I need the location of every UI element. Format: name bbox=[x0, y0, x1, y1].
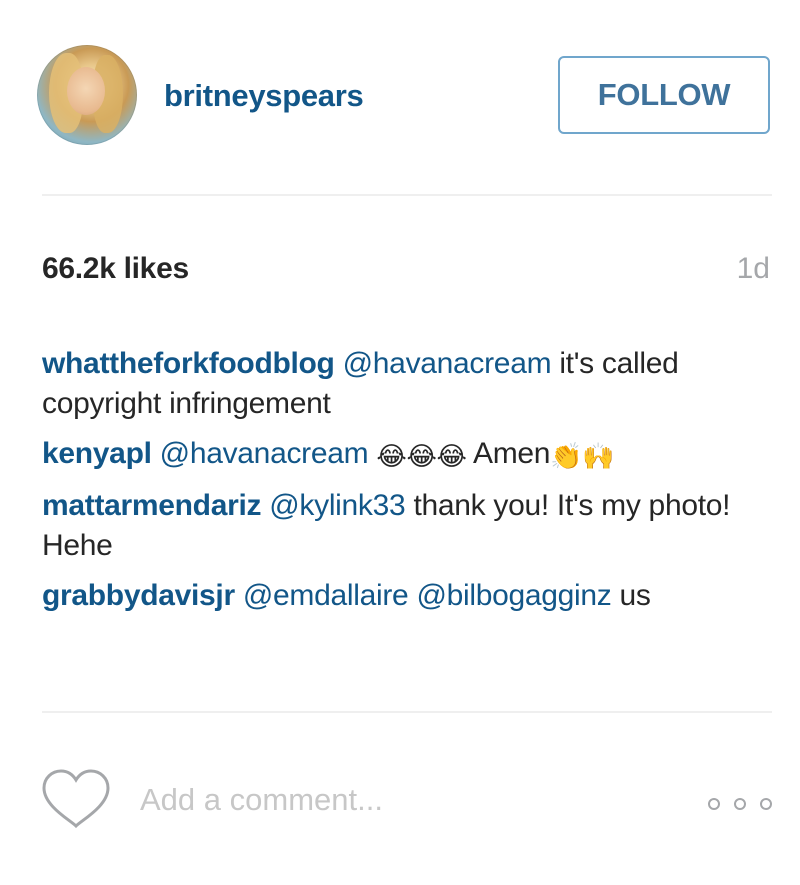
avatar[interactable] bbox=[37, 45, 137, 145]
comment-author[interactable]: grabbydavisjr bbox=[42, 579, 235, 612]
post-timestamp[interactable]: 1d bbox=[737, 252, 770, 286]
follow-button[interactable]: FOLLOW bbox=[558, 56, 770, 134]
more-options-icon[interactable] bbox=[708, 794, 772, 814]
comment-text: Amen bbox=[466, 437, 551, 470]
laughing-emoji-icon: 😂😂😂 bbox=[376, 441, 467, 471]
comment-item: grabbydavisjr @emdallaire @bilbogagginz … bbox=[42, 576, 762, 616]
header-divider bbox=[42, 194, 772, 196]
comment-item: whattheforkfoodblog @havanacream it's ca… bbox=[42, 344, 762, 424]
comment-author[interactable]: mattarmendariz bbox=[42, 489, 262, 522]
comment-mention[interactable]: @havanacream bbox=[160, 437, 369, 470]
comment-item: kenyapl @havanacream 😂😂😂 Amen👏🙌 bbox=[42, 434, 762, 476]
comment-mention[interactable]: @kylink33 bbox=[269, 489, 405, 522]
comment-mention[interactable]: @emdallaire @bilbogagginz bbox=[243, 579, 612, 612]
comment-author[interactable]: kenyapl bbox=[42, 437, 152, 470]
comment-mention[interactable]: @havanacream bbox=[343, 347, 552, 380]
more-dot bbox=[760, 798, 772, 810]
heart-outline-icon[interactable] bbox=[40, 768, 112, 830]
comment-text: us bbox=[611, 579, 651, 612]
comments-list: whattheforkfoodblog @havanacream it's ca… bbox=[42, 344, 762, 626]
more-dot bbox=[708, 798, 720, 810]
likes-count[interactable]: 66.2k likes bbox=[42, 252, 189, 286]
clapping-emoji-icon: 👏🙌 bbox=[550, 441, 615, 471]
comment-author[interactable]: whattheforkfoodblog bbox=[42, 347, 335, 380]
post-footer bbox=[0, 712, 800, 885]
post-header: britneyspears FOLLOW bbox=[0, 0, 800, 195]
more-dot bbox=[734, 798, 746, 810]
add-comment-input[interactable] bbox=[140, 778, 660, 822]
comment-item: mattarmendariz @kylink33 thank you! It's… bbox=[42, 486, 762, 566]
username-link[interactable]: britneyspears bbox=[164, 78, 364, 114]
avatar-face bbox=[67, 67, 105, 115]
